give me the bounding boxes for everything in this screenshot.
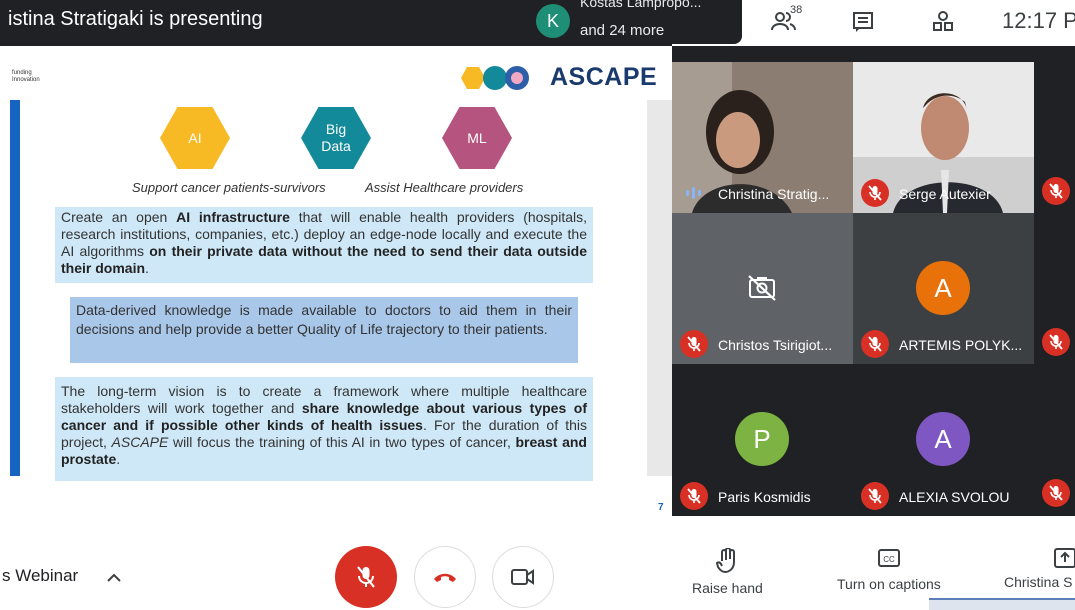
participant-tile[interactable]: A ARTEMIS POLYK... xyxy=(853,213,1034,364)
mic-off-icon xyxy=(357,566,375,588)
meet-window: istina Stratigaki is presenting K Kostas… xyxy=(0,0,1075,610)
participant-name: ARTEMIS POLYK... xyxy=(899,337,1023,353)
hex-label: AI xyxy=(188,129,202,146)
present-label: Christina S xyxy=(1004,574,1073,590)
present-button[interactable]: Christina S xyxy=(1004,548,1075,590)
hang-up-icon xyxy=(434,573,456,582)
text-run: will focus the training of this AI in tw… xyxy=(168,434,516,450)
funding-text: funding Innovation xyxy=(12,70,40,84)
mic-off-icon xyxy=(1042,479,1070,507)
slide-top-margin xyxy=(0,46,672,62)
mic-off-icon xyxy=(680,482,708,510)
participant-tile[interactable]: Christos Tsirigiot... xyxy=(672,213,853,364)
participant-tile[interactable]: Serge Autexier xyxy=(853,62,1034,213)
presenting-label: istina Stratigaki is presenting xyxy=(8,8,263,30)
mic-off-icon xyxy=(861,179,889,207)
participant-tile[interactable]: A ALEXIA SVOLOU xyxy=(853,364,1034,516)
notification-count: and 24 more xyxy=(580,22,665,39)
captions-label: Turn on captions xyxy=(837,576,941,592)
camera-off-icon xyxy=(747,275,777,306)
leave-call-button[interactable] xyxy=(414,546,476,608)
slide-page-number: 7 xyxy=(658,502,664,513)
logo-text: ASCAPE xyxy=(550,63,658,91)
notification-name: Kostas Lampropo... xyxy=(580,0,702,10)
camera-toggle-button[interactable] xyxy=(492,546,554,608)
caption-providers: Assist Healthcare providers xyxy=(365,180,524,195)
participant-tile[interactable]: Christina Stratig... xyxy=(672,62,853,213)
mic-off-icon xyxy=(861,330,889,358)
text-run: . xyxy=(145,260,149,276)
camera-icon xyxy=(511,569,534,585)
participant-name: Paris Kosmidis xyxy=(718,489,811,505)
grid-top-margin xyxy=(672,46,1075,62)
presentation-slide: funding Innovation ASCAPE AI Big Data ML… xyxy=(10,62,672,528)
captions-button[interactable]: CC Turn on captions xyxy=(837,548,941,592)
raise-hand-button[interactable]: Raise hand xyxy=(692,548,763,596)
text-run: Data-derived knowledge is made available… xyxy=(76,302,572,337)
hex-ai: AI xyxy=(160,107,230,169)
raise-hand-label: Raise hand xyxy=(692,580,763,596)
textbox-knowledge: Data-derived knowledge is made available… xyxy=(70,297,578,363)
chevron-up-icon[interactable] xyxy=(106,570,122,588)
text-run-italic: ASCAPE xyxy=(111,434,169,450)
slide-accent-bar xyxy=(10,100,20,476)
funding-line: Innovation xyxy=(12,77,40,83)
avatar: K xyxy=(536,4,570,38)
present-icon xyxy=(1054,548,1075,568)
hex-label: Big xyxy=(325,121,347,137)
caption-patients: Support cancer patients-survivors xyxy=(132,180,326,195)
participant-name: ALEXIA SVOLOU xyxy=(899,489,1010,505)
activities-icon[interactable] xyxy=(928,8,958,36)
mic-off-icon xyxy=(1042,328,1070,356)
textbox-infrastructure: Create an open AI infrastructure that wi… xyxy=(55,207,593,283)
presentation-thumbnail[interactable] xyxy=(929,598,1075,610)
hex-bigdata: Big Data xyxy=(301,107,371,169)
clock: 12:17 P xyxy=(1002,8,1075,33)
avatar: P xyxy=(735,412,789,466)
slide-side-bar xyxy=(647,100,672,476)
join-notification[interactable]: K Kostas Lampropo... and 24 more xyxy=(528,0,742,44)
avatar: A xyxy=(916,261,970,315)
funding-line: funding xyxy=(12,70,32,76)
avatar: A xyxy=(916,412,970,466)
mic-off-icon xyxy=(861,482,889,510)
bottom-bar: s Webinar Raise hand CC Turn on captions… xyxy=(0,528,1075,610)
hand-icon xyxy=(716,548,736,574)
mic-toggle-button[interactable] xyxy=(335,546,397,608)
text-run: . xyxy=(116,451,121,467)
participant-tile[interactable]: P Paris Kosmidis xyxy=(672,364,853,516)
speaking-indicator-icon xyxy=(686,187,701,199)
participant-name: Christos Tsirigiot... xyxy=(718,337,833,353)
text-run-bold: AI infrastructure xyxy=(176,209,290,225)
mic-off-icon xyxy=(680,330,708,358)
mic-off-icon xyxy=(1042,177,1070,205)
meeting-title[interactable]: s Webinar xyxy=(2,566,78,586)
participant-name: Serge Autexier xyxy=(899,186,991,202)
ascape-logo-icon xyxy=(461,66,529,90)
textbox-vision: The long-term vision is to create a fram… xyxy=(55,377,593,481)
hex-label: ML xyxy=(467,129,487,146)
svg-text:CC: CC xyxy=(883,555,895,564)
participants-count: 38 xyxy=(790,4,803,16)
text-run: Create an open xyxy=(61,209,177,225)
participant-name: Christina Stratig... xyxy=(718,186,830,202)
chat-icon[interactable] xyxy=(848,8,878,36)
hex-ml: ML xyxy=(442,107,512,169)
captions-icon: CC xyxy=(877,549,900,567)
hex-label: Data xyxy=(321,138,351,154)
